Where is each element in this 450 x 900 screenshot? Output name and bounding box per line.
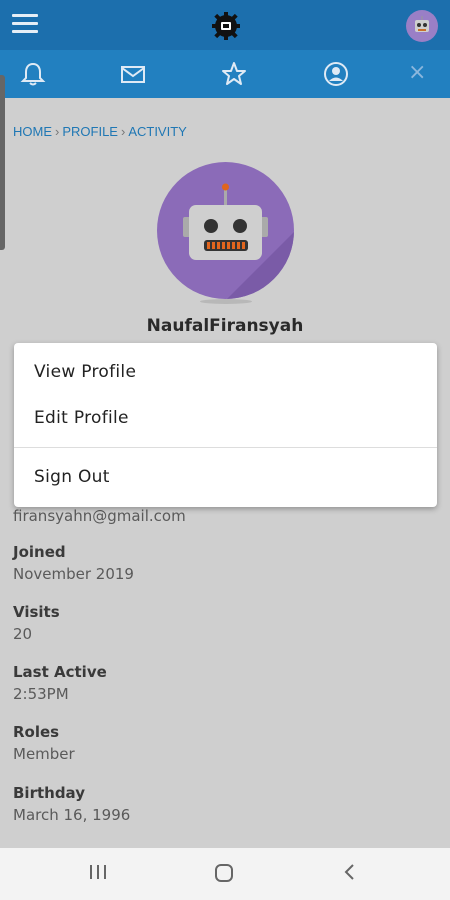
- profile-dropdown-menu: View Profile Edit Profile Sign Out: [14, 343, 437, 507]
- breadcrumb: HOME › PROFILE › ACTIVITY: [13, 124, 187, 139]
- breadcrumb-profile[interactable]: PROFILE: [62, 124, 118, 139]
- field-label: Joined: [13, 543, 66, 561]
- breadcrumb-separator: ›: [55, 124, 60, 139]
- robot-avatar-icon[interactable]: [406, 10, 438, 42]
- profile-field-joined: Joined November 2019: [13, 543, 134, 583]
- mail-icon[interactable]: [119, 60, 147, 88]
- edit-profile-menu-item[interactable]: Edit Profile: [34, 408, 129, 428]
- back-icon[interactable]: [340, 862, 360, 886]
- profile-email: firansyahn@gmail.com: [13, 507, 186, 525]
- gear-logo-icon[interactable]: [211, 11, 241, 41]
- home-icon[interactable]: [213, 862, 235, 888]
- profile-avatar: [157, 162, 294, 299]
- field-value: 20: [13, 625, 33, 643]
- field-label: Birthday: [13, 784, 85, 802]
- field-label: Visits: [13, 603, 60, 621]
- menu-divider: [14, 447, 437, 448]
- field-value: November 2019: [13, 565, 134, 583]
- field-value: Member: [13, 745, 75, 763]
- user-circle-icon[interactable]: [322, 60, 350, 88]
- notification-icon-bar: ×: [0, 50, 450, 98]
- profile-field-visits: Visits 20: [13, 603, 60, 643]
- field-value: 2:53PM: [13, 685, 69, 703]
- top-header-bar: [0, 0, 450, 50]
- bell-icon[interactable]: [19, 60, 47, 88]
- breadcrumb-home[interactable]: HOME: [13, 124, 52, 139]
- field-label: Last Active: [13, 663, 107, 681]
- breadcrumb-activity[interactable]: ACTIVITY: [128, 124, 187, 139]
- view-profile-menu-item[interactable]: View Profile: [34, 362, 136, 382]
- avatar-shadow: [200, 299, 252, 304]
- recent-apps-icon[interactable]: [88, 862, 108, 886]
- profile-field-birthday: Birthday March 16, 1996: [13, 784, 130, 824]
- breadcrumb-separator: ›: [120, 124, 126, 139]
- star-icon[interactable]: [220, 60, 248, 88]
- hamburger-menu-icon[interactable]: [12, 14, 38, 36]
- field-label: Roles: [13, 723, 60, 741]
- profile-username: NaufalFiransyah: [146, 316, 304, 336]
- system-navigation-bar: [0, 848, 450, 900]
- close-icon[interactable]: ×: [408, 60, 426, 85]
- profile-field-last-active: Last Active 2:53PM: [13, 663, 107, 703]
- profile-field-roles: Roles Member: [13, 723, 75, 763]
- field-value: March 16, 1996: [13, 806, 131, 824]
- sign-out-menu-item[interactable]: Sign Out: [34, 467, 110, 487]
- drawer-handle[interactable]: [0, 75, 5, 250]
